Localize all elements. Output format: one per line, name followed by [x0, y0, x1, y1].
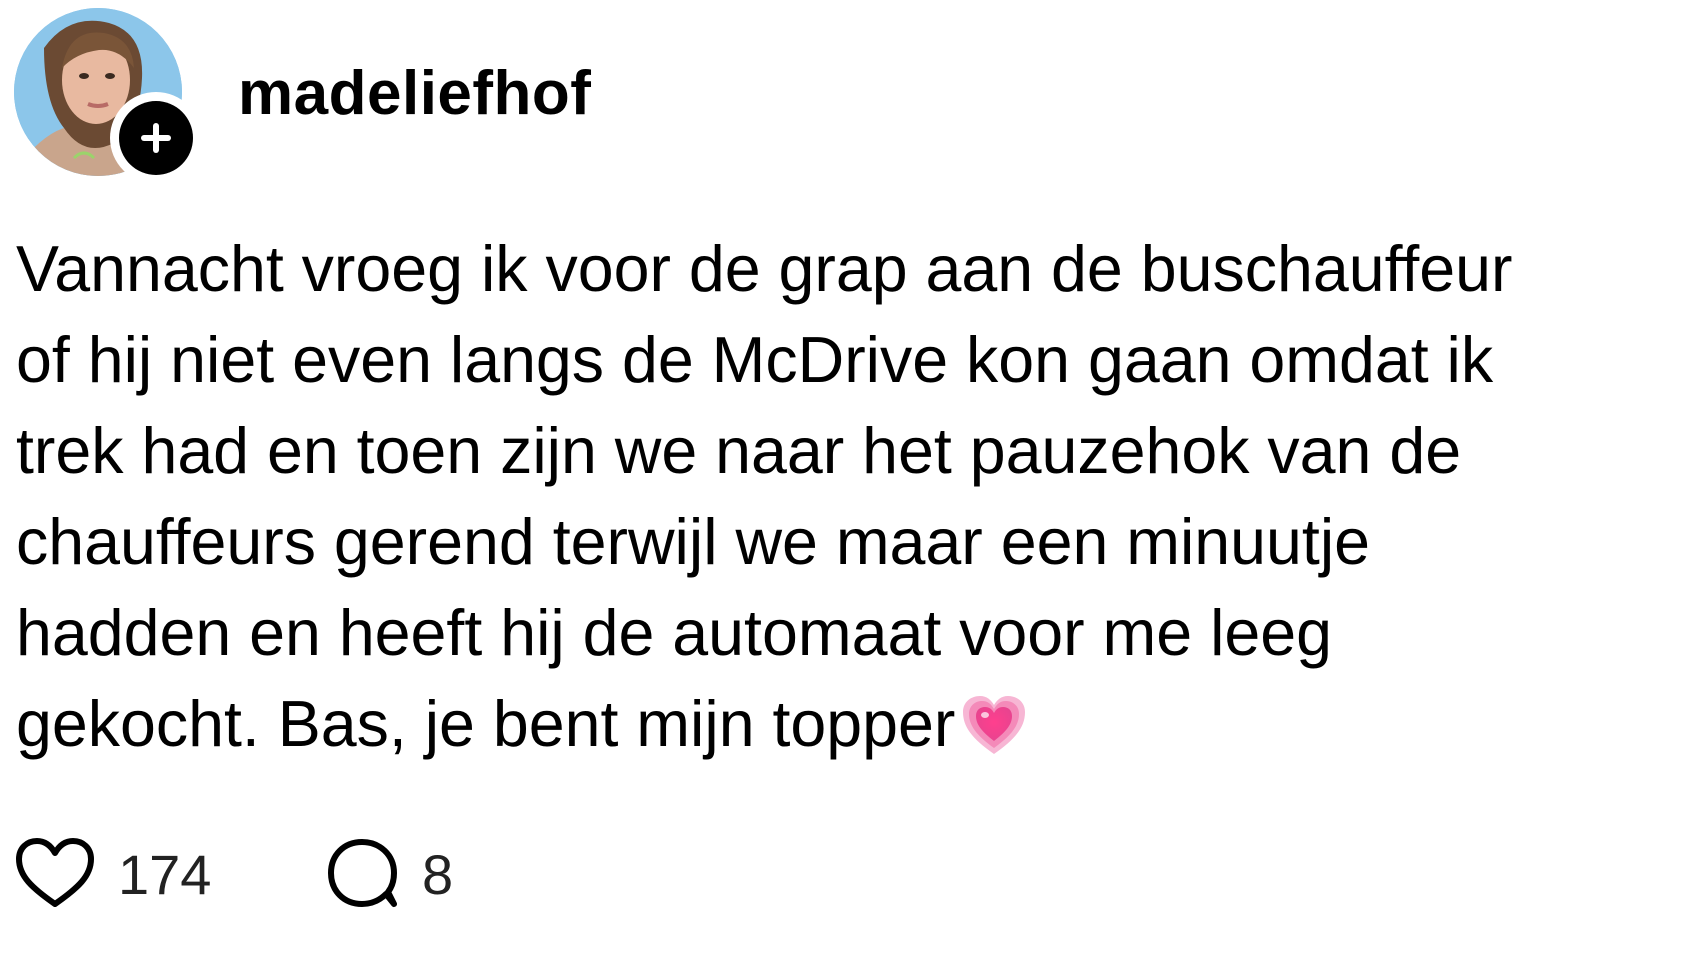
plus-icon	[119, 101, 193, 175]
post-actions: 174 8	[14, 820, 714, 930]
reply-count: 8	[422, 843, 454, 906]
follow-button[interactable]	[110, 92, 202, 184]
post-text: Vannacht vroeg ik voor de grap aan de bu…	[16, 224, 1676, 780]
post-text-content: Vannacht vroeg ik voor de grap aan de bu…	[16, 233, 1513, 760]
post-header: madeliefhof	[14, 8, 914, 184]
reply-button[interactable]: 8	[326, 820, 453, 930]
username[interactable]: madeliefhof	[238, 56, 591, 132]
heart-icon	[14, 836, 96, 915]
like-button[interactable]: 174	[14, 820, 211, 930]
comment-bubble-icon	[326, 836, 400, 915]
avatar[interactable]	[14, 8, 202, 184]
thread-post: madeliefhof Vannacht vroeg ik voor de gr…	[0, 0, 1682, 978]
like-count: 174	[118, 843, 212, 906]
growing-heart-emoji-icon	[961, 689, 1027, 780]
